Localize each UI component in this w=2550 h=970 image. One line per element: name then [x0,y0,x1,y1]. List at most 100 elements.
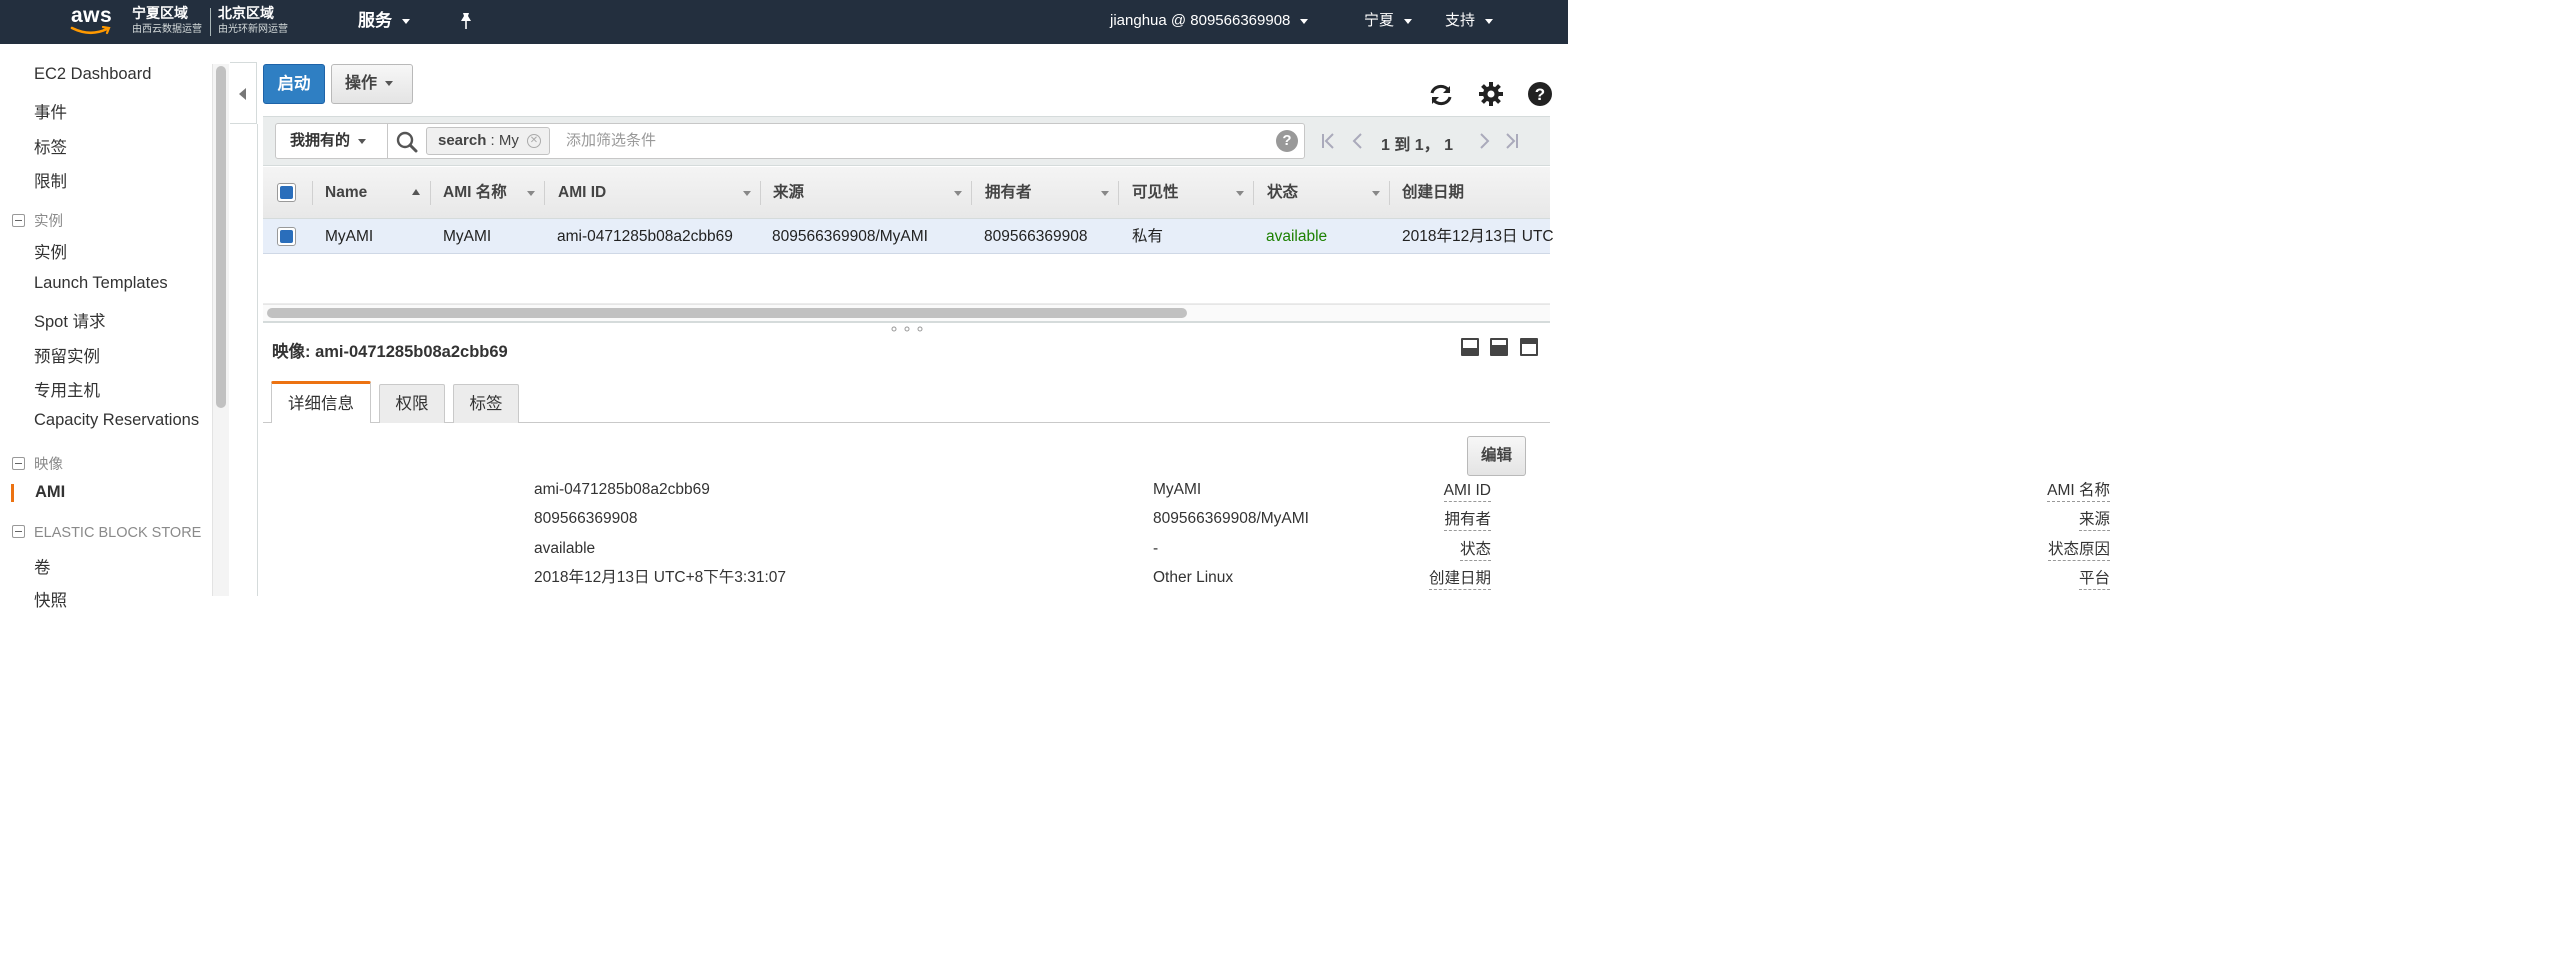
column-header-visibility[interactable]: 可见性 [1132,167,1179,219]
pin-icon[interactable] [459,12,473,30]
sidebar-item-tags[interactable]: 标签 [34,134,67,158]
actions-button[interactable]: 操作 [331,64,413,104]
drag-handle-icon[interactable] [890,325,924,333]
sidebar-item-launch-templates[interactable]: Launch Templates [34,274,168,293]
detail-value-source: 809566369908/MyAMI [1153,510,1309,527]
sort-caret-icon[interactable] [1236,191,1244,196]
sidebar-item-volumes[interactable]: 卷 [34,554,51,578]
table-row[interactable]: MyAMI MyAMI ami-0471285b08a2cbb69 809566… [263,219,1554,254]
region-beijing-name: 北京区域 [218,5,274,21]
caret-down-icon [358,138,367,144]
sidebar-section-label: 映像 [34,457,63,473]
sidebar-item-spot-requests[interactable]: Spot 请求 [34,308,106,332]
cell-visibility: 私有 [1132,228,1164,245]
detail-value-ami-id: ami-0471285b08a2cbb69 [534,481,710,498]
column-separator [1118,181,1119,205]
pane-splitter[interactable] [263,321,1550,323]
services-menu[interactable]: 服务 [358,0,410,44]
sort-caret-icon[interactable] [954,191,962,196]
search-token-value: My [498,132,519,149]
support-label: 支持 [1445,12,1476,29]
layout-bottom-icon[interactable] [1461,338,1479,356]
region-ningxia-block: 宁夏区域 由西云数据运营 [132,5,202,37]
sort-caret-icon[interactable] [743,191,751,196]
filter-help-icon[interactable]: ? [1276,130,1298,152]
sidebar-item-ec2-dashboard[interactable]: EC2 Dashboard [34,65,151,84]
aws-logo[interactable]: aws [68,4,122,36]
gear-icon[interactable] [1478,81,1504,107]
column-header-ami-id[interactable]: AMI ID [558,167,606,219]
column-header-status[interactable]: 状态 [1267,167,1298,219]
sidebar-active-indicator [11,484,14,502]
help-icon[interactable]: ? [1527,81,1553,107]
sidebar-item-reserved-instances[interactable]: 预留实例 [34,343,100,367]
collapse-minus-icon [12,525,25,538]
close-icon[interactable]: ✕ [526,134,541,148]
column-header-ami-name[interactable]: AMI 名称 [443,167,507,219]
search-icon [396,131,418,153]
column-header-name[interactable]: Name [325,167,367,219]
detail-label-created: 创建日期 [1428,569,1491,590]
pagination-text: 1 到 1， 1 [1381,137,1454,154]
sidebar-item-snapshots[interactable]: 快照 [34,587,67,611]
owner-filter-select[interactable]: 我拥有的 [276,124,388,158]
support-menu[interactable]: 支持 [1445,0,1494,44]
column-separator [1389,181,1390,205]
next-page-icon[interactable] [1475,131,1493,151]
region-beijing-operator: 由光环新网运营 [218,24,288,35]
add-filter-input[interactable]: 添加筛选条件 [566,124,656,158]
edit-button[interactable]: 编辑 [1467,436,1526,476]
detail-label-owner: 拥有者 [1444,510,1491,531]
sidebar-scrollbar-thumb[interactable] [216,66,226,408]
sidebar-item-capacity-reservations[interactable]: Capacity Reservations [34,411,199,430]
filter-box[interactable]: 我拥有的 search : My ✕ 添加筛选条件 ? [275,123,1305,159]
row-checkbox[interactable] [277,227,296,246]
search-token-separator: : [486,132,499,149]
column-header-source[interactable]: 来源 [773,167,804,219]
tab-tags[interactable]: 标签 [453,384,519,423]
cell-owner: 809566369908 [984,228,1088,245]
sidebar-section-label: ELASTIC BLOCK STORE [34,525,202,541]
sidebar-section-instances[interactable]: 实例 [12,210,63,231]
sidebar-item-dedicated-hosts[interactable]: 专用主机 [34,377,100,401]
select-all-checkbox[interactable] [277,183,296,202]
column-separator [544,181,545,205]
first-page-icon[interactable] [1319,131,1337,151]
cell-source: 809566369908/MyAMI [772,228,928,245]
column-header-owner[interactable]: 拥有者 [985,167,1032,219]
sidebar-item-limits[interactable]: 限制 [34,168,67,192]
aws-logo-text: aws [71,4,113,27]
region-menu[interactable]: 宁夏 [1364,0,1413,44]
sidebar-item-events[interactable]: 事件 [34,99,67,123]
collapse-minus-icon [12,457,25,470]
sort-caret-icon[interactable] [1372,191,1380,196]
layout-top-icon[interactable] [1520,338,1538,356]
launch-button[interactable]: 启动 [263,64,325,104]
sidebar-section-ebs[interactable]: ELASTIC BLOCK STORE [12,525,201,541]
sidebar-section-images[interactable]: 映像 [12,453,63,474]
sidebar-item-ami[interactable]: AMI [35,483,65,502]
prev-page-icon[interactable] [1349,131,1367,151]
aws-smile-icon [70,26,111,35]
sort-ascending-icon[interactable] [412,189,420,195]
detail-label-state-reason: 状态原因 [2047,540,2110,561]
table-scrollbar-thumb[interactable] [267,308,1187,318]
caret-down-icon [1485,18,1494,24]
table-header: Name AMI 名称 AMI ID 来源 拥有者 可见性 状态 创建日期 [263,167,1550,219]
sidebar-collapse-toggle[interactable] [230,62,257,124]
tab-details[interactable]: 详细信息 [271,381,371,423]
account-menu[interactable]: jianghua @ 809566369908 [1110,0,1309,44]
last-page-icon[interactable] [1503,131,1521,151]
column-separator [971,181,972,205]
layout-half-icon[interactable] [1490,338,1508,356]
detail-value-platform: Other Linux [1153,569,1234,586]
sort-caret-icon[interactable] [1101,191,1109,196]
sort-caret-icon[interactable] [527,191,535,196]
region-ningxia-name: 宁夏区域 [132,5,188,21]
refresh-icon[interactable] [1428,82,1454,108]
tab-permissions[interactable]: 权限 [379,384,445,423]
search-filter-token[interactable]: search : My ✕ [426,127,550,155]
column-header-created[interactable]: 创建日期 [1402,167,1464,219]
detail-value-owner: 809566369908 [534,510,638,527]
sidebar-item-instances[interactable]: 实例 [34,239,67,263]
